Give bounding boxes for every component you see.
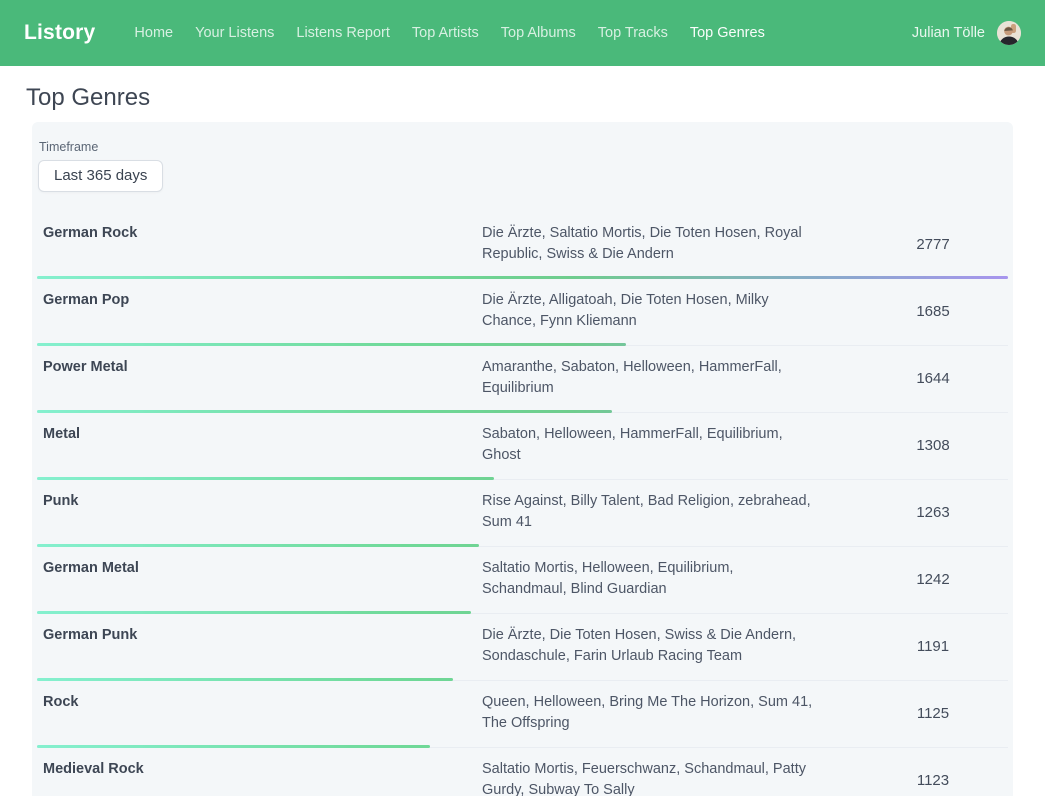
- genre-name: German Punk: [37, 625, 482, 667]
- nav-item-top-albums[interactable]: Top Albums: [490, 0, 587, 66]
- genre-listen-count: 1242: [858, 571, 1008, 588]
- genre-name: Medieval Rock: [37, 759, 482, 796]
- genre-listen-count: 1191: [858, 638, 1008, 655]
- top-genres-card: Timeframe Last 365 days German Rock Die …: [32, 122, 1013, 796]
- genre-row: Power Metal Amaranthe, Sabaton, Hellowee…: [37, 346, 1008, 413]
- genre-name: German Metal: [37, 558, 482, 600]
- nav-links: HomeYour ListensListens ReportTop Artist…: [123, 0, 775, 66]
- genre-listen-count: 2777: [858, 236, 1008, 253]
- main-content: Top Genres Timeframe Last 365 days Germa…: [0, 84, 1045, 796]
- genre-top-artists: Rise Against, Billy Talent, Bad Religion…: [482, 491, 858, 533]
- genre-top-artists: Saltatio Mortis, Feuerschwanz, Schandmau…: [482, 759, 858, 796]
- genre-top-artists: Die Ärzte, Saltatio Mortis, Die Toten Ho…: [482, 223, 858, 265]
- genre-row: Metal Sabaton, Helloween, HammerFall, Eq…: [37, 413, 1008, 480]
- timeframe-label: Timeframe: [39, 140, 1008, 154]
- genre-name: Power Metal: [37, 357, 482, 399]
- user-avatar-icon[interactable]: [997, 21, 1021, 45]
- nav-item-home[interactable]: Home: [123, 0, 184, 66]
- genre-top-artists: Sabaton, Helloween, HammerFall, Equilibr…: [482, 424, 858, 466]
- genre-top-artists: Saltatio Mortis, Helloween, Equilibrium,…: [482, 558, 858, 600]
- genre-listen-count: 1263: [858, 504, 1008, 521]
- nav-item-top-genres[interactable]: Top Genres: [679, 0, 776, 66]
- genre-top-artists: Die Ärzte, Alligatoah, Die Toten Hosen, …: [482, 290, 858, 332]
- genre-top-artists: Die Ärzte, Die Toten Hosen, Swiss & Die …: [482, 625, 858, 667]
- genre-listen-count: 1123: [858, 772, 1008, 789]
- brand-logo[interactable]: Listory: [24, 21, 95, 45]
- genre-name: Punk: [37, 491, 482, 533]
- genre-listen-count: 1125: [858, 705, 1008, 722]
- genre-row: German Punk Die Ärzte, Die Toten Hosen, …: [37, 614, 1008, 681]
- nav-item-top-tracks[interactable]: Top Tracks: [587, 0, 679, 66]
- timeframe-field: Timeframe Last 365 days: [37, 140, 1008, 192]
- navbar: Listory HomeYour ListensListens ReportTo…: [0, 0, 1045, 66]
- nav-item-listens-report[interactable]: Listens Report: [285, 0, 401, 66]
- genre-name: Metal: [37, 424, 482, 466]
- user-name[interactable]: Julian Tölle: [912, 25, 985, 41]
- genre-row: Medieval Rock Saltatio Mortis, Feuerschw…: [37, 748, 1008, 796]
- genre-row: German Pop Die Ärzte, Alligatoah, Die To…: [37, 279, 1008, 346]
- genre-table: German Rock Die Ärzte, Saltatio Mortis, …: [37, 212, 1008, 796]
- navbar-user-area: Julian Tölle: [912, 21, 1021, 45]
- genre-name: Rock: [37, 692, 482, 734]
- genre-name: German Rock: [37, 223, 482, 265]
- genre-row: Rock Queen, Helloween, Bring Me The Hori…: [37, 681, 1008, 748]
- avatar-photo: [997, 21, 1021, 45]
- genre-row: Punk Rise Against, Billy Talent, Bad Rel…: [37, 480, 1008, 547]
- nav-item-top-artists[interactable]: Top Artists: [401, 0, 490, 66]
- genre-listen-count: 1644: [858, 370, 1008, 387]
- genre-row: German Metal Saltatio Mortis, Helloween,…: [37, 547, 1008, 614]
- genre-top-artists: Queen, Helloween, Bring Me The Horizon, …: [482, 692, 858, 734]
- timeframe-select[interactable]: Last 365 days: [38, 160, 163, 192]
- nav-item-your-listens[interactable]: Your Listens: [184, 0, 285, 66]
- genre-top-artists: Amaranthe, Sabaton, Helloween, HammerFal…: [482, 357, 858, 399]
- page-title: Top Genres: [26, 84, 1013, 112]
- genre-name: German Pop: [37, 290, 482, 332]
- genre-listen-count: 1308: [858, 437, 1008, 454]
- genre-listen-count: 1685: [858, 303, 1008, 320]
- genre-row: German Rock Die Ärzte, Saltatio Mortis, …: [37, 212, 1008, 279]
